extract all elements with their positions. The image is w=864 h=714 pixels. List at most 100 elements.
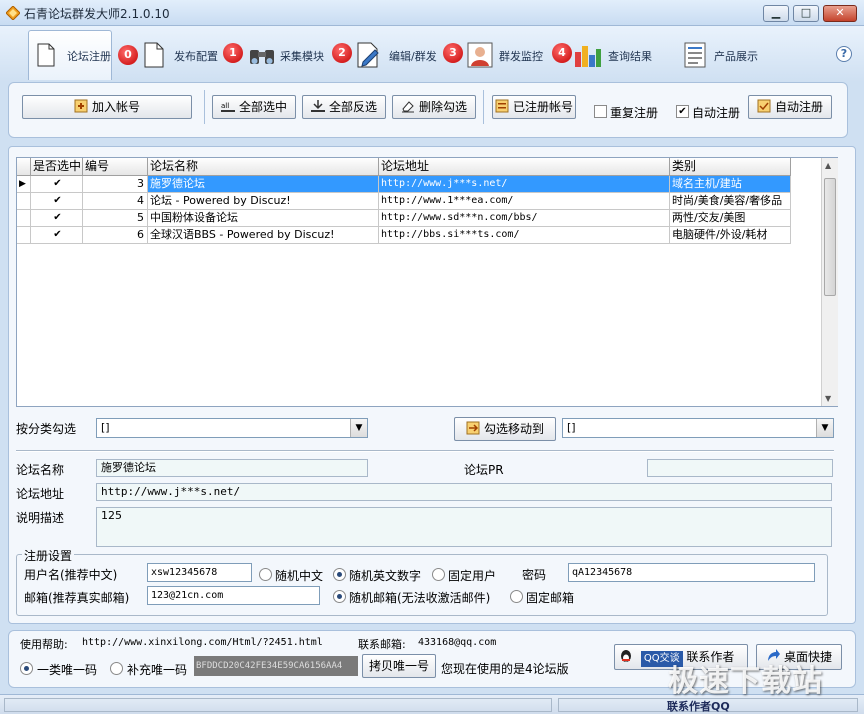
minimize-button[interactable]: ▁ [763,5,789,22]
tab-forum-register[interactable]: 论坛注册 [28,30,112,80]
move-target-select[interactable]: [] ▼ [562,418,834,438]
vertical-scrollbar[interactable]: ▲ ▼ [821,158,838,406]
scroll-down-icon[interactable]: ▼ [825,394,831,403]
row-checkbox[interactable]: ✔ [31,227,83,244]
row-forum-url: http://bbs.si***ts.com/ [379,227,670,244]
binoculars-icon [250,50,274,64]
select-all-icon: all [220,102,235,112]
by-category-label: 按分类勾选 [16,422,77,436]
password-input[interactable]: qA12345678 [568,563,815,582]
help-link[interactable]: http://www.xinxilong.com/Html/?2451.html [82,637,323,648]
fixed-email-label: 固定邮箱 [526,591,575,605]
tab-edit-send[interactable]: 编辑/群发 [355,30,445,80]
title-bar: 石青论坛群发大师2.1.0.10 ▁ □ ✕ [0,0,864,26]
tab-publish-config[interactable]: 发布配置 [142,30,222,80]
column-header[interactable]: 类别 [670,158,791,176]
code-type-1-radio[interactable] [20,662,33,675]
status-text: 联系作者QQ [667,700,730,713]
registered-accounts-button[interactable]: 已注册帐号 [492,95,576,119]
forum-name-field[interactable]: 施罗德论坛 [96,459,368,477]
category-select[interactable]: [] ▼ [96,418,368,438]
scroll-up-icon[interactable]: ▲ [825,161,831,170]
invert-select-button[interactable]: 全部反选 [302,95,386,119]
move-checked-label: 勾选移动到 [483,422,544,436]
select-all-label: 全部选中 [238,100,287,114]
register-settings-title: 注册设置 [22,547,75,564]
row-checkbox[interactable]: ✔ [31,193,83,210]
tab-send-monitor[interactable]: 群发监控 [465,30,549,80]
username-label: 用户名(推荐中文) [24,568,118,582]
column-header[interactable]: 是否选中 [31,158,83,176]
maximize-button[interactable]: □ [793,5,819,22]
add-account-button[interactable]: 加入帐号 [22,95,192,119]
row-forum-name: 全球汉语BBS - Powered by Discuz! [148,227,379,244]
repeat-register-checkbox[interactable] [594,105,607,118]
random-email-label: 随机邮箱(无法收激活邮件) [349,591,491,605]
column-header[interactable]: 论坛名称 [148,158,379,176]
help-icon[interactable]: ? [836,46,852,62]
step-badge-0: 0 [118,45,138,65]
contact-email-value[interactable]: 433168@qq.com [418,637,496,648]
tab-collect-module[interactable]: 采集模块 [246,30,330,80]
fixed-user-radio[interactable] [432,568,445,581]
step-badge-3: 3 [443,43,463,63]
user-monitor-icon [467,42,493,68]
forum-url-field[interactable]: http://www.j***s.net/ [96,483,832,501]
row-checkbox[interactable]: ✔ [31,176,83,193]
move-checked-button[interactable]: 勾选移动到 [454,417,556,441]
invert-select-icon [310,100,325,112]
registered-accounts-label: 已注册帐号 [512,100,573,114]
row-forum-url: http://www.j***s.net/ [379,176,670,193]
random-en-radio[interactable] [333,568,346,581]
row-id: 3 [83,176,148,193]
machine-code-field[interactable]: BFDDCD20C42FE34E59CA6156AA4 [194,656,358,676]
table-row[interactable]: ✔ 5 中国粉体设备论坛 http://www.sd***n.com/bbs/ … [17,210,791,227]
code-type-1-label: 一类唯一码 [37,663,98,677]
row-id: 5 [83,210,148,227]
row-id: 4 [83,193,148,210]
row-forum-url: http://www.sd***n.com/bbs/ [379,210,670,227]
auto-register-checkbox[interactable]: ✔ [676,105,689,118]
watermark-text: 极速下载站 [668,664,823,699]
auto-register-btn-label: 自动注册 [774,100,823,114]
chevron-down-icon[interactable]: ▼ [350,419,367,437]
row-header [17,227,31,244]
row-forum-name: 中国粉体设备论坛 [148,210,379,227]
scroll-thumb[interactable] [824,178,836,296]
row-forum-name: 论坛 - Powered by Discuz! [148,193,379,210]
random-email-radio[interactable] [333,590,346,603]
close-button[interactable]: ✕ [823,5,857,22]
row-category: 时尚/美食/美容/奢侈品 [670,193,791,210]
row-category: 电脑硬件/外设/耗材 [670,227,791,244]
table-row[interactable]: ✔ 6 全球汉语BBS - Powered by Discuz! http://… [17,227,791,244]
row-header [17,193,31,210]
delete-checked-button[interactable]: 删除勾选 [392,95,476,119]
description-field[interactable]: 125 [96,507,832,547]
table-row[interactable]: ▶ ✔ 3 施罗德论坛 http://www.j***s.net/ 域名主机/建… [17,176,791,193]
tab-product-show[interactable]: 产品展示 [682,30,772,80]
step-badge-4: 4 [552,43,572,63]
auto-register-label: 自动注册 [692,106,741,120]
code-type-2-radio[interactable] [110,662,123,675]
copy-code-button[interactable]: 拷贝唯一号 [362,654,436,678]
random-cn-radio[interactable] [259,568,272,581]
code-type-2-label: 补充唯一码 [127,663,188,677]
column-header[interactable]: 编号 [83,158,148,176]
chevron-down-icon[interactable]: ▼ [816,419,833,437]
forum-pr-field[interactable] [647,459,833,477]
row-checkbox[interactable]: ✔ [31,210,83,227]
select-all-button[interactable]: all 全部选中 [212,95,296,119]
row-pointer-icon: ▶ [17,176,31,193]
auto-register-button[interactable]: 自动注册 [748,95,832,119]
email-label: 邮箱(推荐真实邮箱) [24,591,130,605]
tab-query-result[interactable]: 查询结果 [572,30,664,80]
tab-label: 群发监控 [499,50,543,63]
step-badge-2: 2 [332,43,352,63]
username-input[interactable]: xsw12345678 [147,563,252,582]
column-header[interactable]: 论坛地址 [379,158,670,176]
divider [483,90,484,124]
fixed-email-radio[interactable] [510,590,523,603]
email-input[interactable]: 123@21cn.com [147,586,320,605]
forum-pr-label: 论坛PR [464,463,504,477]
table-row[interactable]: ✔ 4 论坛 - Powered by Discuz! http://www.1… [17,193,791,210]
